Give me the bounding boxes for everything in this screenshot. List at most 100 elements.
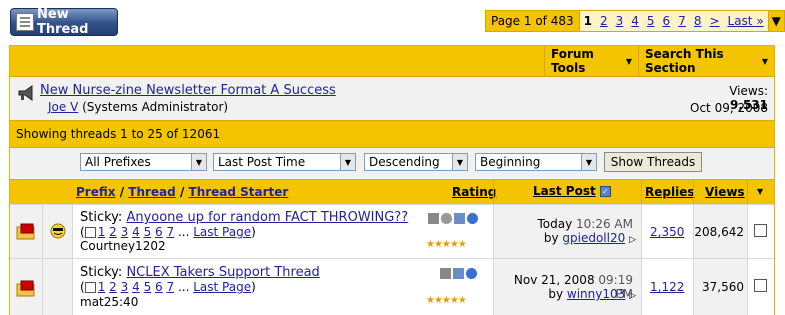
thread-page-link[interactable]: 1 (98, 280, 106, 294)
multipage-icon (84, 282, 96, 293)
thread-icons (440, 266, 479, 280)
announcement-title-link[interactable]: New Nurse-zine Newsletter Format A Succe… (40, 83, 336, 98)
thread-page-link[interactable]: 6 (155, 280, 163, 294)
announcement-author-link[interactable]: Joe V (48, 100, 78, 114)
pin-icon (466, 268, 477, 279)
next-page-link[interactable]: > (705, 11, 723, 31)
replies-link[interactable]: 1,122 (650, 280, 684, 294)
column-menu-icon[interactable]: ▼ (757, 187, 763, 196)
prefix-select-value: All Prefixes (85, 155, 151, 169)
forum-tools-menu[interactable]: Forum Tools ▼ (544, 46, 638, 76)
last-post-user-link[interactable]: winny103 (567, 287, 625, 301)
divider (10, 258, 774, 259)
chevron-down-icon: ▼ (761, 56, 768, 66)
search-section-menu[interactable]: Search This Section ▼ (638, 46, 774, 76)
thread-pages: (1 2 3 4 5 6 7 ... Last Page) (80, 225, 256, 239)
trash-icon (428, 213, 439, 224)
thread-page-link[interactable]: 3 (121, 225, 129, 239)
last-post-user-link[interactable]: gpiedoll20 (562, 231, 625, 245)
thread-title-link[interactable]: NCLEX Takers Support Thread (126, 265, 319, 280)
sort-starter-link[interactable]: Thread Starter (189, 185, 289, 199)
sort-replies-link[interactable]: Replies (645, 185, 694, 199)
forum-tools-label: Forum Tools (551, 47, 594, 75)
prefix-select[interactable]: All Prefixes ▼ (80, 153, 207, 171)
last-post-by: by winny103 ▷ (498, 287, 636, 301)
paren: ) (251, 225, 256, 239)
replies-column (642, 205, 693, 315)
thread-page-link[interactable]: 5 (144, 225, 152, 239)
thread-status-folder-icon (16, 223, 35, 240)
multipage-icon (84, 227, 96, 238)
sort-thread-link[interactable]: Thread (128, 185, 175, 199)
thread-page-link[interactable]: 7 (167, 280, 175, 294)
page-link-4[interactable]: 4 (627, 11, 643, 31)
views-count: 208,642 (694, 225, 744, 239)
go-to-last-post-icon[interactable]: ▷ (629, 235, 636, 245)
last-post-by: by gpiedoll20 ▷ (498, 231, 636, 245)
page-link-6[interactable]: 6 (659, 11, 675, 31)
divider (72, 205, 73, 315)
column-header-last-post: Last Post ✓ (533, 184, 611, 198)
sort-select[interactable]: Last Post Time ▼ (213, 153, 356, 171)
thread-page-link[interactable]: 1 (98, 225, 106, 239)
thread-page-link[interactable]: 4 (132, 225, 140, 239)
new-thread-button[interactable]: New Thread (10, 7, 118, 37)
thread-icons (428, 211, 480, 225)
separator: / (119, 185, 125, 199)
sort-select-value: Last Post Time (218, 155, 306, 169)
chevron-down-icon: ▼ (340, 154, 355, 170)
pager-menu-icon[interactable]: ▼ (767, 11, 784, 31)
thread-page-link[interactable]: 4 (132, 280, 140, 294)
sort-views-link[interactable]: Views (705, 185, 745, 199)
new-thread-label: New Thread (37, 7, 89, 37)
page-link-2[interactable]: 2 (596, 11, 612, 31)
chevron-down-icon: ▼ (452, 154, 467, 170)
page-link-7[interactable]: 7 (674, 11, 690, 31)
thread-title: Sticky: Anyoone up for random FACT THROW… (80, 210, 408, 225)
select-thread-checkbox[interactable] (754, 279, 767, 292)
views-label: Views: (729, 84, 768, 98)
thread-prefix: Sticky: (80, 265, 123, 280)
thread-page-link[interactable]: 6 (155, 225, 163, 239)
go-to-last-post-icon[interactable]: ▷ (629, 291, 636, 301)
search-section-label: Search This Section (645, 47, 724, 75)
thread-page-link[interactable]: 5 (144, 280, 152, 294)
announcement-author-role: (Systems Administrator) (82, 100, 229, 114)
trash-icon (440, 268, 451, 279)
views-count: 37,560 (702, 280, 744, 294)
last-post-day: Today (537, 217, 573, 231)
thread-page-link[interactable]: 2 (109, 225, 117, 239)
select-thread-checkbox[interactable] (754, 224, 767, 237)
divider (747, 205, 748, 315)
order-select[interactable]: Descending ▼ (364, 153, 468, 171)
sort-rating-link[interactable]: Rating (452, 185, 496, 199)
thread-page-link[interactable]: 2 (109, 280, 117, 294)
thread-prefix: Sticky: (80, 210, 123, 225)
announcement-author: Joe V (Systems Administrator) (48, 100, 228, 114)
page-link-5[interactable]: 5 (643, 11, 659, 31)
from-select[interactable]: Beginning ▼ (475, 153, 597, 171)
thread-last-page-link[interactable]: Last Page (193, 280, 251, 294)
divider (493, 205, 494, 315)
thread-page-link[interactable]: 7 (167, 225, 175, 239)
rating-stars: ★★★★★ (426, 295, 467, 306)
ellipsis: ... (177, 280, 190, 294)
last-page-link[interactable]: Last » (724, 11, 768, 31)
page-link-3[interactable]: 3 (612, 11, 628, 31)
thread-title: Sticky: NCLEX Takers Support Thread (80, 265, 320, 280)
show-threads-button[interactable]: Show Threads (604, 152, 702, 172)
page-link-8[interactable]: 8 (690, 11, 706, 31)
replies-link[interactable]: 2,350 (650, 225, 684, 239)
chevron-down-icon: ▼ (191, 154, 206, 170)
thread-starter: Courtney1202 (80, 239, 166, 253)
thread-page-link[interactable]: 3 (121, 280, 129, 294)
from-select-value: Beginning (480, 155, 541, 169)
by-label: by (548, 287, 564, 301)
ellipsis: ... (177, 225, 190, 239)
thread-last-page-link[interactable]: Last Page (193, 225, 251, 239)
thread-title-link[interactable]: Anyoone up for random FACT THROWING?? (126, 210, 408, 225)
sort-last-post-link[interactable]: Last Post (533, 184, 596, 198)
last-post-time: 10:26 AM (576, 217, 633, 231)
cool-smiley-icon (50, 223, 66, 239)
sort-prefix-link[interactable]: Prefix (76, 185, 116, 199)
